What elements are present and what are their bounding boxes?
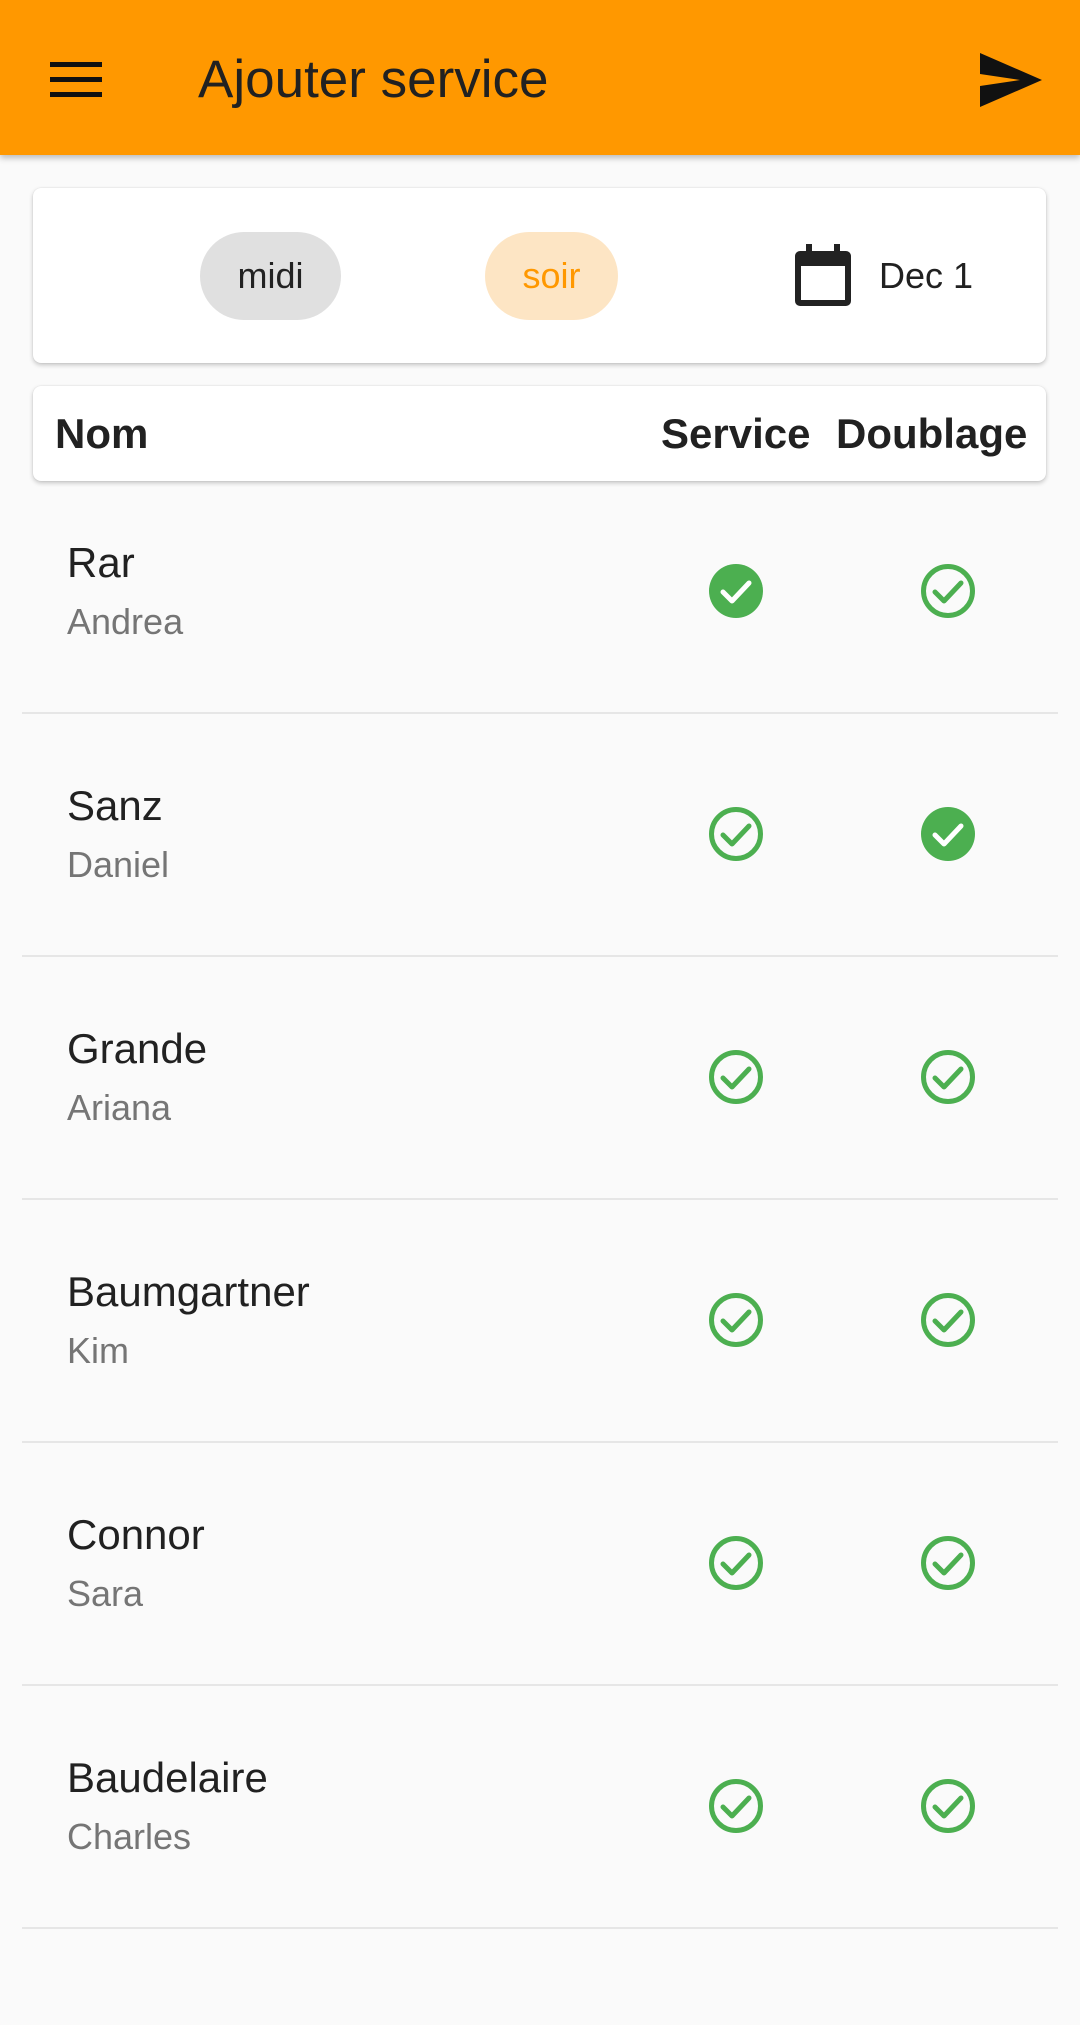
first-name: Kim	[67, 1330, 129, 1371]
calendar-icon	[795, 244, 851, 306]
send-icon	[980, 53, 1042, 107]
chip-soir[interactable]: soir	[485, 232, 618, 320]
last-name: Connor	[67, 1511, 205, 1558]
service-check-icon[interactable]	[708, 1535, 764, 1591]
list-item[interactable]: Baudelaire Charles	[22, 1686, 1058, 1929]
list-item[interactable]: Baumgartner Kim	[22, 1200, 1058, 1443]
first-name: Sara	[67, 1573, 144, 1614]
header-nom: Nom	[55, 410, 149, 457]
staff-list: Rar Andrea Sanz Daniel Grande Ariana Bau…	[22, 471, 1058, 1929]
last-name: Sanz	[67, 782, 163, 829]
first-name: Andrea	[67, 601, 184, 642]
date-picker[interactable]: Dec 1	[793, 244, 973, 308]
filter-card: midi soir Dec 1	[33, 188, 1046, 363]
page-title: Ajouter service	[198, 50, 549, 109]
header-service: Service	[661, 410, 811, 457]
service-check-icon[interactable]	[708, 1292, 764, 1348]
doublage-check-icon[interactable]	[920, 806, 976, 862]
list-item[interactable]: Connor Sara	[22, 1443, 1058, 1686]
doublage-check-icon[interactable]	[920, 1049, 976, 1105]
doublage-check-icon[interactable]	[920, 1292, 976, 1348]
list-item[interactable]: Sanz Daniel	[22, 714, 1058, 957]
doublage-check-icon[interactable]	[920, 1778, 976, 1834]
date-label: Dec 1	[879, 255, 974, 296]
list-item[interactable]: Grande Ariana	[22, 957, 1058, 1200]
service-check-icon[interactable]	[708, 806, 764, 862]
chip-soir-label: soir	[522, 255, 581, 296]
menu-button[interactable]	[40, 48, 112, 112]
service-check-icon[interactable]	[708, 1778, 764, 1834]
service-check-icon[interactable]	[708, 563, 764, 619]
last-name: Baumgartner	[67, 1268, 310, 1315]
first-name: Charles	[67, 1816, 192, 1857]
doublage-check-icon[interactable]	[920, 563, 976, 619]
send-button[interactable]	[975, 44, 1047, 116]
first-name: Ariana	[67, 1087, 172, 1128]
app-bar: Ajouter service	[0, 0, 1080, 155]
last-name: Rar	[67, 539, 135, 586]
last-name: Baudelaire	[67, 1754, 268, 1801]
service-check-icon[interactable]	[708, 1049, 764, 1105]
chip-midi-label: midi	[237, 255, 304, 296]
first-name: Daniel	[67, 844, 170, 885]
header-doublage: Doublage	[836, 410, 1028, 457]
last-name: Grande	[67, 1025, 208, 1072]
table-header: Nom Service Doublage	[33, 386, 1046, 481]
list-item[interactable]: Rar Andrea	[22, 471, 1058, 714]
doublage-check-icon[interactable]	[920, 1535, 976, 1591]
menu-icon	[50, 62, 102, 97]
chip-midi[interactable]: midi	[200, 232, 341, 320]
